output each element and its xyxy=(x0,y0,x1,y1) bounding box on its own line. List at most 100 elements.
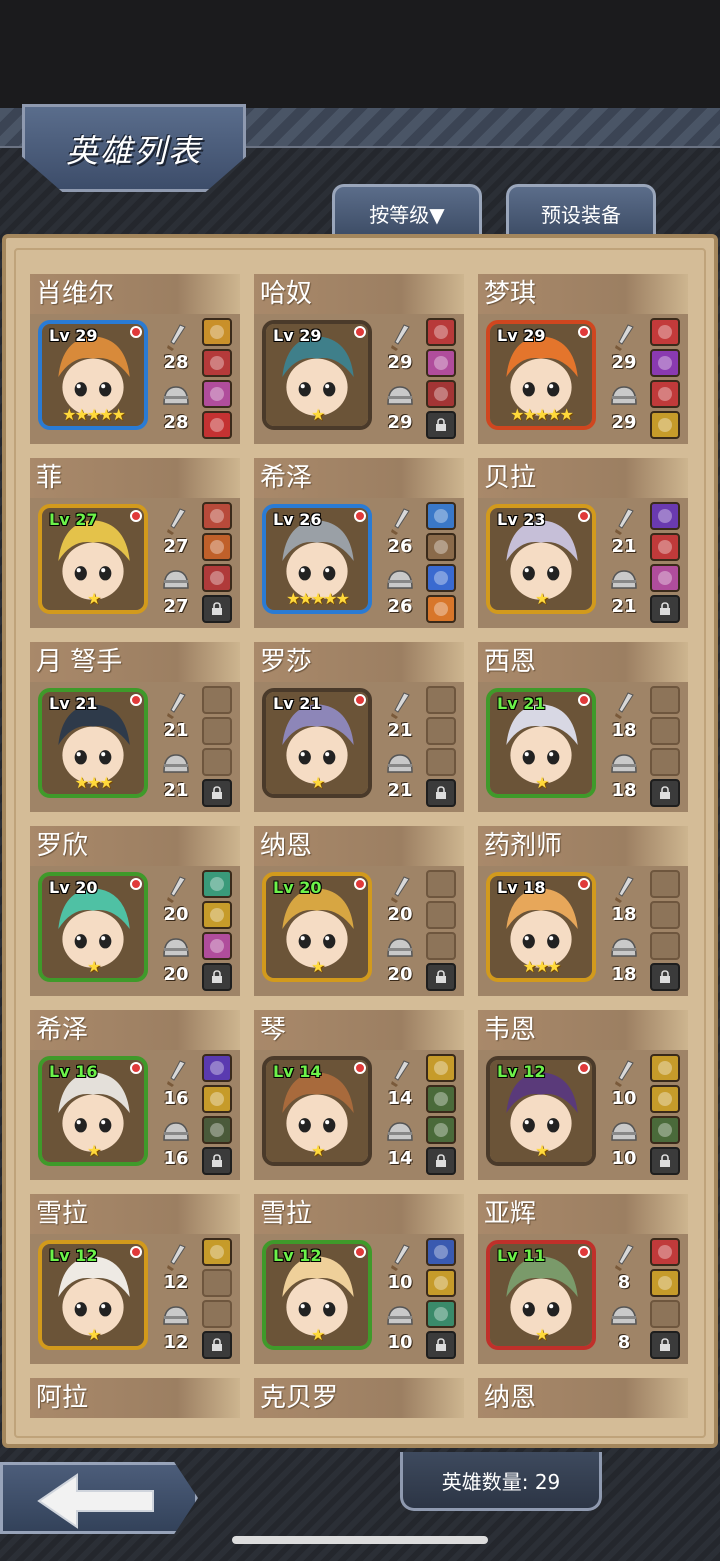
hero-card[interactable]: 纳恩 Lv 20 ★ 20 20 xyxy=(254,826,464,996)
equipment-item[interactable] xyxy=(426,564,456,592)
hero-portrait[interactable]: Lv 20 ★ xyxy=(262,872,372,982)
equipment-item[interactable] xyxy=(650,1116,680,1144)
hero-portrait[interactable]: Lv 29 ★★★★★ xyxy=(38,320,148,430)
locked-slot[interactable] xyxy=(650,779,680,807)
equipment-item[interactable] xyxy=(426,1116,456,1144)
equipment-item[interactable] xyxy=(650,1238,680,1266)
empty-equipment-slot[interactable] xyxy=(202,717,232,745)
locked-slot[interactable] xyxy=(650,1331,680,1359)
hero-portrait[interactable]: Lv 18 ★★★ xyxy=(486,872,596,982)
empty-equipment-slot[interactable] xyxy=(650,748,680,776)
equipment-item[interactable] xyxy=(426,318,456,346)
hero-card[interactable]: 韦恩 Lv 12 ★ 10 10 xyxy=(478,1010,688,1180)
equipment-item[interactable] xyxy=(202,932,232,960)
equipment-item[interactable] xyxy=(202,1116,232,1144)
empty-equipment-slot[interactable] xyxy=(202,1300,232,1328)
equipment-item[interactable] xyxy=(202,564,232,592)
hero-portrait[interactable]: Lv 21 ★ xyxy=(486,688,596,798)
empty-equipment-slot[interactable] xyxy=(650,686,680,714)
locked-slot[interactable] xyxy=(202,1331,232,1359)
equipment-item[interactable] xyxy=(650,564,680,592)
locked-slot[interactable] xyxy=(650,1147,680,1175)
hero-card[interactable]: 菲 Lv 27 ★ 27 27 xyxy=(30,458,240,628)
equipment-item[interactable] xyxy=(426,1085,456,1113)
hero-card[interactable]: 哈奴 Lv 29 ★ 29 29 xyxy=(254,274,464,444)
equipment-item[interactable] xyxy=(426,1238,456,1266)
empty-equipment-slot[interactable] xyxy=(426,748,456,776)
empty-equipment-slot[interactable] xyxy=(426,901,456,929)
locked-slot[interactable] xyxy=(202,963,232,991)
equipment-item[interactable] xyxy=(650,380,680,408)
hero-card[interactable]: 雪拉 Lv 12 ★ 12 12 xyxy=(30,1194,240,1364)
hero-portrait[interactable]: Lv 23 ★ xyxy=(486,504,596,614)
back-button[interactable] xyxy=(0,1462,198,1534)
hero-portrait[interactable]: Lv 21 ★ xyxy=(262,688,372,798)
equipment-item[interactable] xyxy=(202,1238,232,1266)
hero-portrait[interactable]: Lv 21 ★★★ xyxy=(38,688,148,798)
empty-equipment-slot[interactable] xyxy=(202,1269,232,1297)
equipment-item[interactable] xyxy=(202,1085,232,1113)
empty-equipment-slot[interactable] xyxy=(650,932,680,960)
equipment-item[interactable] xyxy=(650,533,680,561)
empty-equipment-slot[interactable] xyxy=(650,717,680,745)
equipment-item[interactable] xyxy=(650,411,680,439)
hero-card[interactable]: 月 弩手 Lv 21 ★★★ 21 21 xyxy=(30,642,240,812)
sort-by-level-button[interactable]: 按等级▼ xyxy=(332,184,482,240)
equipment-item[interactable] xyxy=(202,1054,232,1082)
empty-equipment-slot[interactable] xyxy=(650,1300,680,1328)
equipment-item[interactable] xyxy=(202,870,232,898)
empty-equipment-slot[interactable] xyxy=(202,686,232,714)
hero-card[interactable]: 希泽 Lv 16 ★ 16 16 xyxy=(30,1010,240,1180)
hero-portrait[interactable]: Lv 27 ★ xyxy=(38,504,148,614)
equipment-item[interactable] xyxy=(426,1300,456,1328)
equipment-item[interactable] xyxy=(426,595,456,623)
locked-slot[interactable] xyxy=(202,1147,232,1175)
empty-equipment-slot[interactable] xyxy=(426,717,456,745)
equipment-item[interactable] xyxy=(426,502,456,530)
empty-equipment-slot[interactable] xyxy=(426,870,456,898)
hero-portrait[interactable]: Lv 11 ★ xyxy=(486,1240,596,1350)
hero-card[interactable]: 罗欣 Lv 20 ★ 20 20 xyxy=(30,826,240,996)
locked-slot[interactable] xyxy=(650,595,680,623)
hero-portrait[interactable]: Lv 20 ★ xyxy=(38,872,148,982)
equipment-item[interactable] xyxy=(202,318,232,346)
locked-slot[interactable] xyxy=(202,779,232,807)
preset-equipment-button[interactable]: 预设装备 xyxy=(506,184,656,240)
hero-portrait[interactable]: Lv 12 ★ xyxy=(38,1240,148,1350)
hero-portrait[interactable]: Lv 29 ★ xyxy=(262,320,372,430)
hero-portrait[interactable]: Lv 12 ★ xyxy=(486,1056,596,1166)
equipment-item[interactable] xyxy=(202,380,232,408)
locked-slot[interactable] xyxy=(202,595,232,623)
hero-card[interactable]: 梦琪 Lv 29 ★★★★★ 29 29 xyxy=(478,274,688,444)
equipment-item[interactable] xyxy=(650,318,680,346)
empty-equipment-slot[interactable] xyxy=(426,686,456,714)
equipment-item[interactable] xyxy=(426,1054,456,1082)
locked-slot[interactable] xyxy=(426,779,456,807)
locked-slot[interactable] xyxy=(426,411,456,439)
locked-slot[interactable] xyxy=(426,1331,456,1359)
empty-equipment-slot[interactable] xyxy=(426,932,456,960)
hero-portrait[interactable]: Lv 12 ★ xyxy=(262,1240,372,1350)
equipment-item[interactable] xyxy=(426,533,456,561)
equipment-item[interactable] xyxy=(426,380,456,408)
equipment-item[interactable] xyxy=(650,1054,680,1082)
hero-card[interactable]: 希泽 Lv 26 ★★★★★ 26 26 xyxy=(254,458,464,628)
empty-equipment-slot[interactable] xyxy=(650,870,680,898)
equipment-item[interactable] xyxy=(202,502,232,530)
hero-card[interactable]: 药剂师 Lv 18 ★★★ 18 18 xyxy=(478,826,688,996)
equipment-item[interactable] xyxy=(202,349,232,377)
hero-card[interactable]: 雪拉 Lv 12 ★ 10 10 xyxy=(254,1194,464,1364)
equipment-item[interactable] xyxy=(202,533,232,561)
equipment-item[interactable] xyxy=(650,502,680,530)
equipment-item[interactable] xyxy=(426,1269,456,1297)
hero-portrait[interactable]: Lv 26 ★★★★★ xyxy=(262,504,372,614)
hero-card[interactable]: 琴 Lv 14 ★ 14 14 xyxy=(254,1010,464,1180)
hero-portrait[interactable]: Lv 16 ★ xyxy=(38,1056,148,1166)
empty-equipment-slot[interactable] xyxy=(650,901,680,929)
hero-portrait[interactable]: Lv 14 ★ xyxy=(262,1056,372,1166)
locked-slot[interactable] xyxy=(426,1147,456,1175)
equipment-item[interactable] xyxy=(650,1085,680,1113)
equipment-item[interactable] xyxy=(202,901,232,929)
hero-card[interactable]: 亚辉 Lv 11 ★ 8 8 xyxy=(478,1194,688,1364)
equipment-item[interactable] xyxy=(650,349,680,377)
